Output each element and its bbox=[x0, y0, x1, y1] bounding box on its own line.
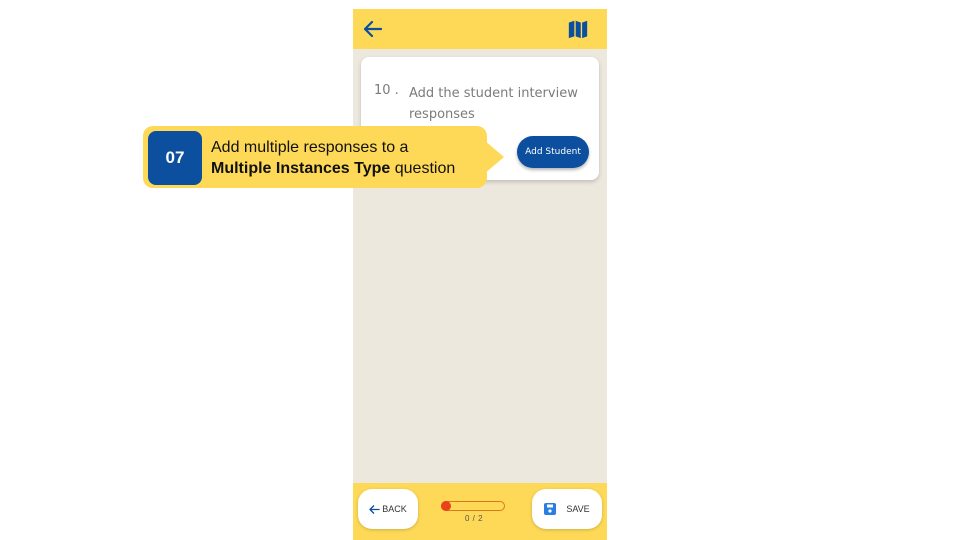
bottom-nav-bar: BACK 0 / 2 SAVE bbox=[353, 483, 607, 540]
back-button[interactable]: BACK bbox=[358, 489, 418, 529]
floppy-disk-icon bbox=[544, 503, 557, 515]
progress-bar bbox=[441, 501, 505, 511]
tutorial-text-prefix: Add multiple responses to a bbox=[211, 139, 409, 156]
back-button-label: BACK bbox=[382, 504, 407, 514]
map-icon[interactable] bbox=[567, 18, 589, 40]
screen: 10 . Add the student interview responses… bbox=[0, 0, 960, 540]
tutorial-text-bold: Multiple Instances Type bbox=[211, 160, 391, 177]
question-number: 10 . bbox=[374, 83, 399, 98]
arrow-left-icon[interactable] bbox=[361, 17, 385, 41]
top-app-bar bbox=[353, 9, 607, 49]
tutorial-text-suffix: question bbox=[390, 160, 456, 177]
arrow-left-icon bbox=[369, 504, 380, 514]
phone-screen: 10 . Add the student interview responses… bbox=[353, 9, 607, 540]
progress-text: 0 / 2 bbox=[465, 514, 484, 523]
save-button[interactable]: SAVE bbox=[532, 489, 602, 529]
tutorial-text: Add multiple responses to a Multiple Ins… bbox=[211, 137, 483, 179]
progress-indicator-dot bbox=[441, 501, 451, 511]
step-number-badge: 07 bbox=[148, 131, 202, 185]
add-student-button[interactable]: Add Student bbox=[517, 136, 589, 168]
question-text: Add the student interview responses bbox=[409, 86, 578, 122]
tutorial-callout-pointer bbox=[484, 140, 504, 174]
save-button-label: SAVE bbox=[566, 504, 590, 514]
